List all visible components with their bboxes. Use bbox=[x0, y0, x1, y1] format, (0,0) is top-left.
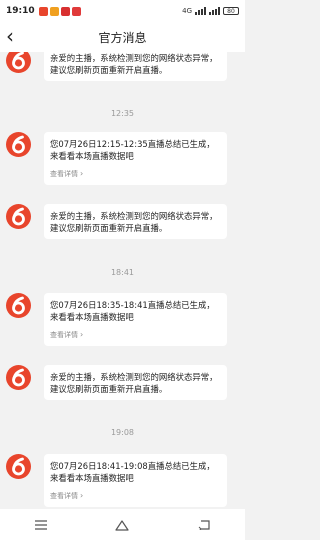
message-bubble: 亲爱的主播，系统检测到您的网络状态异常，建议您刷新页面重新开启直播。 bbox=[44, 365, 227, 400]
official-avatar[interactable] bbox=[6, 454, 31, 479]
message-feed[interactable]: 亲爱的主播，系统检测到您的网络状态异常，建议您刷新页面重新开启直播。 12:35… bbox=[0, 52, 245, 509]
brand-logo-icon bbox=[12, 207, 25, 226]
chevron-right-icon: › bbox=[80, 330, 84, 339]
notification-icon bbox=[49, 6, 59, 16]
page-title: 官方消息 bbox=[98, 30, 147, 45]
chevron-right-icon: › bbox=[80, 169, 84, 178]
official-avatar[interactable] bbox=[6, 293, 31, 318]
message-text: 您07月26日18:41-19:08直播总结已生成，来看看本场直播数据吧 bbox=[50, 461, 215, 483]
brand-logo-icon bbox=[12, 296, 25, 315]
signal-icon bbox=[209, 7, 220, 15]
view-details-link[interactable]: 查看详情 › bbox=[50, 168, 221, 180]
system-nav-bar bbox=[0, 509, 245, 540]
view-details-link[interactable]: 查看详情 › bbox=[50, 329, 221, 341]
menu-icon[interactable] bbox=[21, 515, 61, 535]
message-text: 您07月26日18:35-18:41直播总结已生成，来看看本场直播数据吧 bbox=[50, 300, 215, 322]
battery-icon: 80 bbox=[223, 7, 239, 15]
message-timestamp: 18:41 bbox=[110, 268, 135, 277]
back-icon[interactable] bbox=[184, 515, 224, 535]
brand-logo-icon bbox=[12, 368, 25, 387]
notification-icon bbox=[71, 6, 81, 16]
official-avatar[interactable] bbox=[6, 204, 31, 229]
message-bubble[interactable]: 您07月26日18:41-19:08直播总结已生成，来看看本场直播数据吧 查看详… bbox=[44, 454, 227, 507]
network-label: 4G bbox=[182, 7, 192, 15]
brand-logo-icon bbox=[12, 52, 25, 70]
notification-icon bbox=[38, 6, 48, 16]
battery-level: 80 bbox=[227, 7, 235, 15]
message-bubble: 亲爱的主播，系统检测到您的网络状态异常，建议您刷新页面重新开启直播。 bbox=[44, 204, 227, 239]
message-text: 您07月26日12:15-12:35直播总结已生成，来看看本场直播数据吧 bbox=[50, 139, 215, 161]
signal-icon bbox=[195, 7, 206, 15]
message-timestamp: 12:35 bbox=[110, 109, 135, 118]
official-avatar[interactable] bbox=[6, 52, 31, 73]
message-bubble[interactable]: 您07月26日18:35-18:41直播总结已生成，来看看本场直播数据吧 查看详… bbox=[44, 293, 227, 346]
message-bubble: 亲爱的主播，系统检测到您的网络状态异常，建议您刷新页面重新开启直播。 bbox=[44, 52, 227, 81]
brand-logo-icon bbox=[12, 457, 25, 476]
home-icon[interactable] bbox=[102, 515, 142, 535]
official-avatar[interactable] bbox=[6, 365, 31, 390]
official-avatar[interactable] bbox=[6, 132, 31, 157]
brand-logo-icon bbox=[12, 135, 25, 154]
message-text: 亲爱的主播，系统检测到您的网络状态异常，建议您刷新页面重新开启直播。 bbox=[50, 211, 218, 233]
notification-icon bbox=[60, 6, 70, 16]
message-timestamp: 19:08 bbox=[110, 428, 135, 437]
status-time: 19:10 bbox=[6, 6, 35, 16]
message-bubble[interactable]: 您07月26日12:15-12:35直播总结已生成，来看看本场直播数据吧 查看详… bbox=[44, 132, 227, 185]
message-text: 亲爱的主播，系统检测到您的网络状态异常，建议您刷新页面重新开启直播。 bbox=[50, 53, 218, 75]
chevron-right-icon: › bbox=[80, 491, 84, 500]
status-indicators: 4G 80 bbox=[182, 7, 239, 15]
app-header: ‹ 官方消息 bbox=[0, 22, 245, 52]
chevron-left-icon[interactable]: ‹ bbox=[6, 26, 14, 46]
status-bar: 19:10 4G 80 bbox=[0, 0, 245, 22]
message-text: 亲爱的主播，系统检测到您的网络状态异常，建议您刷新页面重新开启直播。 bbox=[50, 372, 218, 394]
view-details-link[interactable]: 查看详情 › bbox=[50, 490, 221, 502]
